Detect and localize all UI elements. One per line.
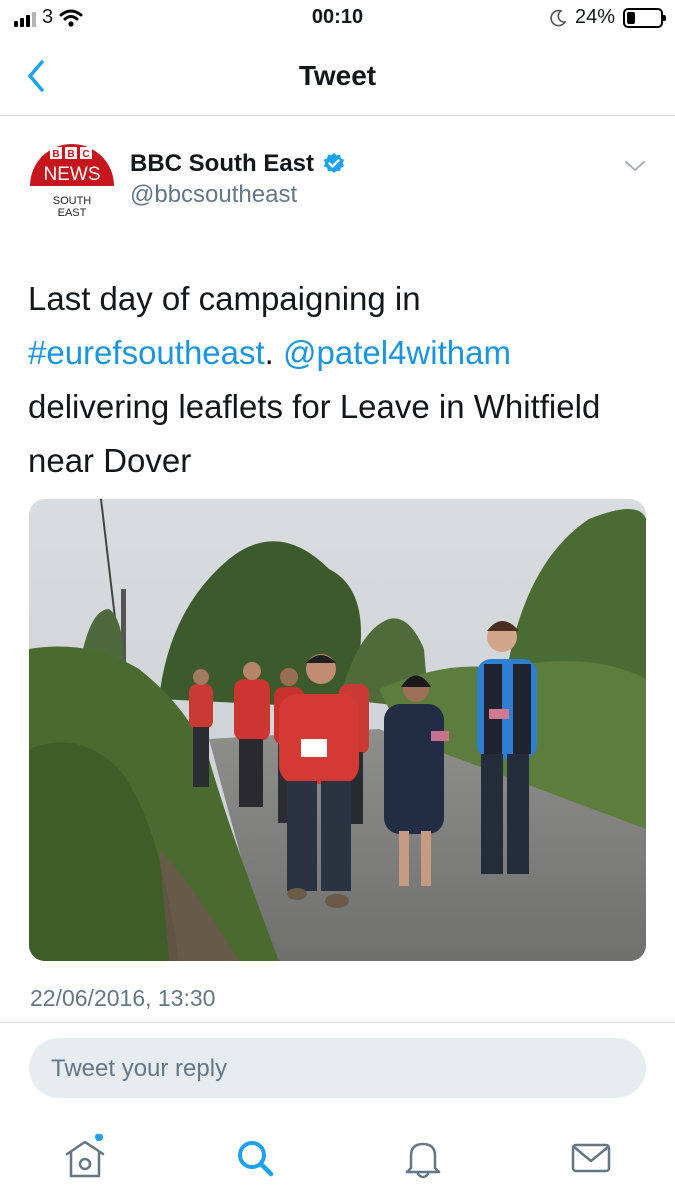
bbc-news-logo: B B C NEWS SOUTH EAST (30, 144, 114, 219)
tweet-text-part: Last day of campaigning in (28, 280, 421, 317)
logo-news: NEWS (44, 164, 101, 185)
tab-bar (0, 1116, 675, 1200)
search-icon (238, 1141, 274, 1177)
tweet-photo[interactable] (29, 499, 646, 961)
tab-search[interactable] (231, 1134, 279, 1182)
mail-icon (571, 1143, 611, 1173)
page-title: Tweet (298, 60, 377, 91)
home-icon (65, 1134, 105, 1178)
tweet-text-part: . (264, 334, 284, 371)
author-handle[interactable]: @bbcsoutheast (130, 181, 297, 209)
status-bar: 3 00:10 24% (0, 0, 675, 38)
tab-messages[interactable] (567, 1134, 615, 1182)
bell-icon (405, 1142, 441, 1179)
logo-b2: B (67, 149, 74, 160)
hashtag-link[interactable]: #eurefsoutheast (28, 334, 265, 371)
logo-east: EAST (58, 207, 87, 219)
reply-input[interactable]: Tweet your reply (29, 1038, 646, 1098)
author-name[interactable]: BBC South East (130, 150, 314, 178)
author-row: BBC South East (130, 150, 346, 178)
logo-b1: B (52, 149, 59, 160)
nav-bar: Tweet (0, 38, 675, 116)
notification-dot (95, 1134, 103, 1141)
tweet-text: Last day of campaigning in #eurefsouthea… (28, 272, 648, 488)
verified-badge-icon (324, 153, 345, 173)
tweet-text-part: delivering leaflets for Leave in Whitfie… (28, 388, 601, 479)
chevron-down-icon (625, 161, 645, 171)
tab-home[interactable] (61, 1134, 109, 1182)
status-right: 24% (549, 6, 666, 29)
logo-south: SOUTH (53, 195, 92, 207)
mention-link[interactable]: @patel4witham (283, 334, 511, 371)
logo-c: C (82, 149, 89, 160)
tab-notifications[interactable] (399, 1134, 447, 1182)
reply-placeholder: Tweet your reply (51, 1055, 228, 1082)
tweet-timestamp: 22/06/2016, 13:30 (30, 985, 216, 1011)
tweet-options-button[interactable] (623, 154, 647, 178)
avatar[interactable]: B B C NEWS SOUTH EAST (28, 136, 116, 224)
campaign-photo (29, 499, 646, 961)
battery-fill (627, 11, 635, 24)
divider (0, 1022, 675, 1023)
battery-percent: 24% (574, 6, 615, 28)
battery-icon (623, 7, 666, 28)
moon-icon (550, 9, 567, 26)
